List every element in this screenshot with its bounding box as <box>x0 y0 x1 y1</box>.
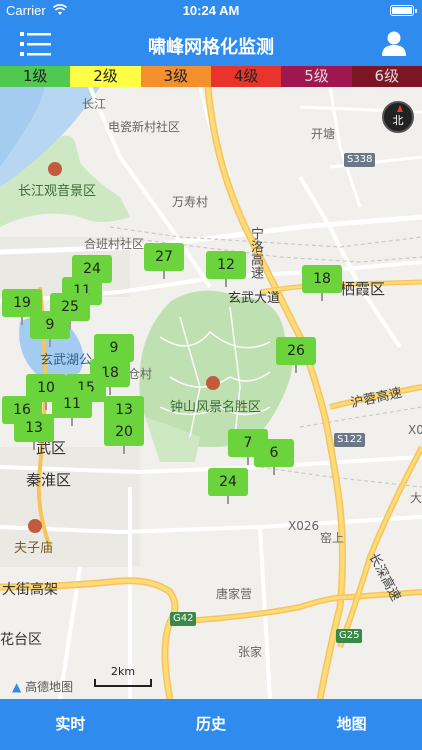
status-bar: Carrier 10:24 AM <box>0 0 422 22</box>
compass-icon[interactable]: 北 <box>382 101 414 133</box>
user-icon[interactable] <box>382 30 406 58</box>
map-label: 合班村社区 <box>84 237 145 251</box>
station-value: 12 <box>206 251 246 279</box>
map-label: 秦淮区 <box>26 471 72 489</box>
map-label: 钟山风景名胜区 <box>170 400 262 415</box>
map-view[interactable]: 北 长江 电瓷新村社区 开塘 S338 长江观音景区 万寿村 合班村社区 宁洛高… <box>0 87 422 699</box>
poi-icon <box>28 519 42 533</box>
map-label: 万寿村 <box>172 195 209 209</box>
map-logo: ▲ 高德地图 <box>12 678 73 695</box>
station-value: 24 <box>208 468 248 496</box>
poi-icon <box>48 162 62 176</box>
tab-history[interactable]: 历史 <box>141 699 282 750</box>
map-label: X0 <box>408 423 422 437</box>
tab-realtime[interactable]: 实时 <box>0 699 141 750</box>
map-label: 夫子庙 <box>14 541 54 556</box>
legend-level-3: 3级 <box>140 66 211 87</box>
station-marker[interactable]: 9 <box>30 311 70 347</box>
map-label: 长江 <box>82 97 107 111</box>
map-label: 长江观音景区 <box>18 184 97 199</box>
scale-label: 2km <box>110 665 136 678</box>
station-value: 26 <box>276 337 316 365</box>
road-badge: S338 <box>344 153 376 167</box>
station-value: 18 <box>302 265 342 293</box>
station-value: 9 <box>30 311 70 339</box>
road-badge: G25 <box>336 629 363 643</box>
station-marker[interactable]: 12 <box>206 251 246 287</box>
station-value: 6 <box>254 439 294 467</box>
road-badge: S122 <box>334 433 366 447</box>
station-marker[interactable]: 24 <box>208 468 248 504</box>
station-marker[interactable]: 26 <box>276 337 316 373</box>
map-label: 玄武湖公 <box>40 353 93 368</box>
page-title: 啸峰网格化监测 <box>148 37 274 58</box>
map-label: 宁洛高速 <box>248 227 263 279</box>
map-label: X026 <box>288 519 320 533</box>
station-value: 9 <box>94 334 134 362</box>
map-label: 电瓷新村社区 <box>108 120 181 134</box>
clock: 10:24 AM <box>182 3 240 18</box>
location-arrow-icon: ▲ <box>12 680 22 694</box>
map-label: 栖霞区 <box>340 280 386 298</box>
map-label: 开塘 <box>311 127 336 141</box>
tab-bar: 实时 历史 地图 <box>0 699 422 750</box>
map-label: 唐家营 <box>216 587 253 601</box>
station-marker[interactable]: 6 <box>254 439 294 475</box>
station-marker[interactable]: 20 <box>104 418 144 454</box>
map-label: 张家 <box>238 645 263 659</box>
station-marker[interactable]: 13 <box>14 414 54 450</box>
station-value: 20 <box>104 418 144 446</box>
compass-label: 北 <box>392 114 404 127</box>
map-label: 花台区 <box>0 632 42 648</box>
legend-level-2: 2级 <box>70 66 141 87</box>
station-value: 13 <box>14 414 54 442</box>
road-badge: G42 <box>170 612 197 626</box>
tab-map[interactable]: 地图 <box>281 699 422 750</box>
map-label: 大街高架 <box>2 582 58 598</box>
legend-level-6: 6级 <box>351 66 422 87</box>
navigation-bar: 啸峰网格化监测 <box>0 22 422 66</box>
station-value: 11 <box>52 390 92 418</box>
map-logo-text: 高德地图 <box>25 680 74 694</box>
legend-level-5: 5级 <box>281 66 352 87</box>
station-marker[interactable]: 18 <box>302 265 342 301</box>
legend-level-1: 1级 <box>0 66 71 87</box>
scale-bar: 2km <box>94 665 152 687</box>
station-marker[interactable]: 27 <box>144 243 184 279</box>
aqi-legend: 1级 2级 3级 4级 5级 6级 <box>0 66 422 87</box>
battery-icon <box>390 5 417 16</box>
legend-level-4: 4级 <box>210 66 282 87</box>
poi-icon <box>206 376 220 390</box>
station-marker[interactable]: 11 <box>52 390 92 426</box>
station-value: 27 <box>144 243 184 271</box>
map-label: 大 <box>410 491 422 505</box>
map-label: 玄武大道 <box>228 291 281 306</box>
map-label: 窑上 <box>320 531 345 545</box>
